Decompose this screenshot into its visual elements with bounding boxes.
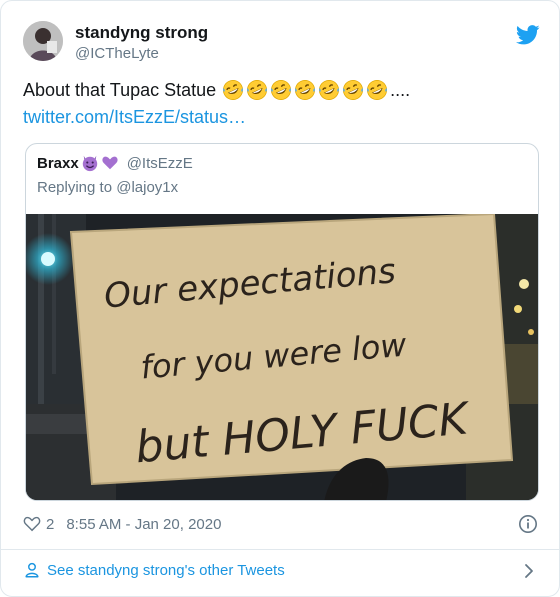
tweet-body: About that Tupac Statue — [23, 79, 217, 100]
quoted-tweet-header: Braxx @ItsEzzE — [37, 154, 193, 172]
info-icon[interactable] — [518, 514, 538, 534]
tweet-card: standyng strong @ICTheLyte About that Tu… — [0, 0, 560, 597]
like-count[interactable]: 2 — [46, 516, 54, 533]
divider — [1, 549, 560, 550]
rolling-on-floor-laughing-icon — [319, 80, 340, 100]
timestamp[interactable]: 8:55 AM - Jan 20, 2020 — [66, 516, 221, 533]
quoted-display-name: Braxx — [37, 154, 79, 172]
protest-sign-photo: Our expectations for you were low but HO… — [26, 214, 538, 500]
rolling-on-floor-laughing-icon — [343, 80, 364, 100]
purple-heart-icon — [102, 156, 118, 170]
person-icon — [25, 562, 39, 578]
tweet-link[interactable]: twitter.com/ItsEzzE/status… — [23, 107, 246, 128]
tweet-meta: 2 8:55 AM - Jan 20, 2020 — [23, 515, 221, 533]
twitter-bird-icon[interactable] — [516, 24, 540, 46]
chevron-right-icon[interactable] — [521, 562, 537, 580]
tweet-text: About that Tupac Statue .... — [23, 79, 410, 101]
rolling-on-floor-laughing-icon — [223, 80, 244, 100]
author-display-name[interactable]: standyng strong — [75, 23, 208, 43]
heart-icon[interactable] — [23, 515, 41, 533]
emoji-row — [222, 79, 390, 101]
see-other-tweets-link[interactable]: See standyng strong's other Tweets — [23, 561, 285, 579]
quoted-handle: @ItsEzzE — [126, 154, 193, 172]
quoted-media-image[interactable]: Our expectations for you were low but HO… — [26, 214, 538, 500]
author-handle[interactable]: @ICTheLyte — [75, 45, 159, 62]
replying-to-line: Replying to @lajoy1x — [37, 179, 179, 196]
rolling-on-floor-laughing-icon — [247, 80, 268, 100]
avatar-photo — [23, 21, 63, 61]
quoted-tweet[interactable]: Braxx @ItsEzzE Replying to @lajoy1x Our … — [25, 143, 539, 501]
tweet-trailing: .... — [390, 79, 411, 100]
see-other-tweets-label: See standyng strong's other Tweets — [47, 561, 285, 579]
rolling-on-floor-laughing-icon — [367, 80, 388, 100]
smiling-devil-icon — [82, 155, 97, 172]
rolling-on-floor-laughing-icon — [271, 80, 292, 100]
avatar[interactable] — [23, 21, 63, 61]
rolling-on-floor-laughing-icon — [295, 80, 316, 100]
